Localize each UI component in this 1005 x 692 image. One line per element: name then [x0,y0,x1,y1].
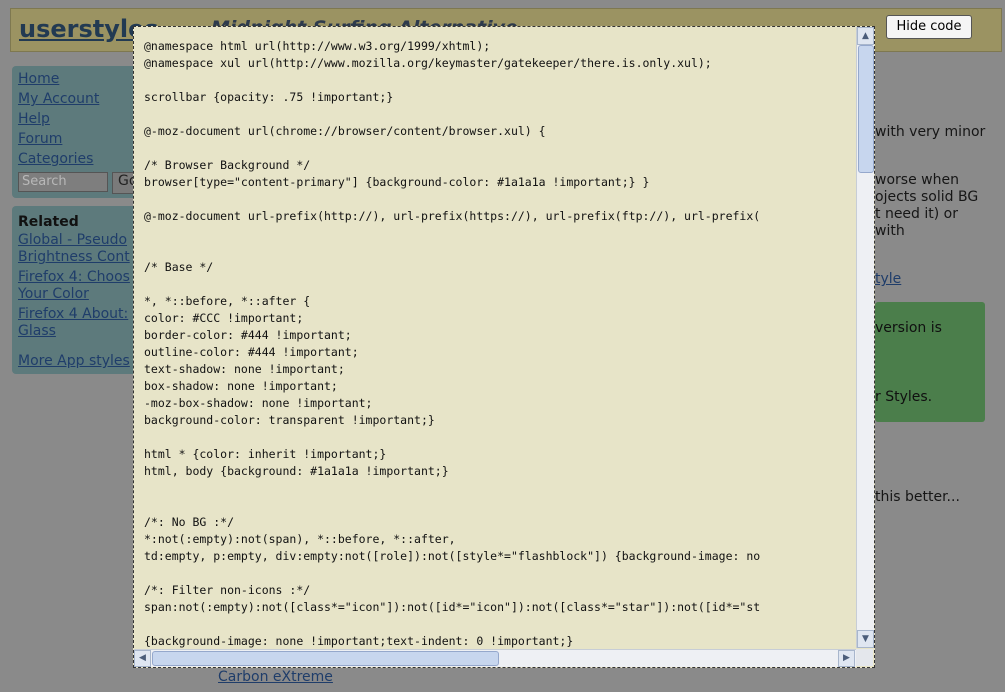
code-popup: @namespace html url(http://www.w3.org/19… [133,26,875,668]
vertical-scroll-thumb[interactable] [858,45,874,173]
code-line: html, body {background: #1a1a1a !importa… [144,464,449,478]
code-line: outline-color: #444 !important; [144,345,359,359]
code-line: @namespace xul url(http://www.mozilla.or… [144,56,712,70]
footer-text: this better... [875,489,960,505]
code-line: scrollbar {opacity: .75 !important;} [144,90,394,104]
description-text: ojects solid BG [875,189,979,205]
arrow-up-icon[interactable]: ▲ [857,27,874,45]
nav-link-my-account[interactable]: My Account [18,91,99,107]
hide-code-button[interactable]: Hide code [886,15,972,39]
code-line: /*: Filter non-icons :*/ [144,583,311,597]
nav-link-help[interactable]: Help [18,111,50,127]
code-line: color: #CCC !important; [144,311,304,325]
code-line: /* Browser Background */ [144,158,311,172]
scrollbar-corner [856,649,873,666]
nav-link-categories[interactable]: Categories [18,151,93,167]
arrow-down-icon[interactable]: ▼ [857,630,874,648]
code-area[interactable]: @namespace html url(http://www.w3.org/19… [134,27,855,648]
code-text: @namespace html url(http://www.w3.org/19… [144,38,760,648]
code-line: /*: No BG :*/ [144,515,235,529]
code-line: @-moz-document url(chrome://browser/cont… [144,124,546,138]
more-app-styles-link[interactable]: More App styles [18,353,130,369]
style-link[interactable]: tyle [875,271,901,287]
description-text: with very minor [875,124,986,140]
code-line: border-color: #444 !important; [144,328,352,342]
carbon-extreme-link[interactable]: Carbon eXtreme [218,669,333,685]
nav-link-home[interactable]: Home [18,71,59,87]
code-line: *:not(:empty):not(span), *::before, *::a… [144,532,456,546]
vertical-scrollbar[interactable]: ▲ ▼ [856,27,874,648]
related-link[interactable]: Firefox 4: Choos [18,269,130,285]
description-text: t need it) or [875,206,958,222]
search-input[interactable]: Search [18,172,108,192]
code-line: -moz-box-shadow: none !important; [144,396,373,410]
related-link[interactable]: Brightness Cont [18,249,130,265]
notice-text: version is [875,320,942,336]
code-line: browser[type="content-primary"] {backgro… [144,175,650,189]
related-link[interactable]: Glass [18,323,56,339]
nav-link-forum[interactable]: Forum [18,131,62,147]
code-line: td:empty, p:empty, div:empty:not([role])… [144,549,761,563]
code-line: @-moz-document url-prefix(http://), url-… [144,209,761,223]
description-text: worse when [875,172,959,188]
code-line: {background-image: none !important;text-… [144,634,574,648]
code-line: text-shadow: none !important; [144,362,345,376]
code-line: *, *::before, *::after { [144,294,311,308]
code-line: html * {color: inherit !important;} [144,447,387,461]
horizontal-scrollbar[interactable]: ◀ ▶ [134,649,856,667]
arrow-left-icon[interactable]: ◀ [134,650,151,667]
nav-box: Home My Account Help Forum Categories Se… [12,66,149,198]
notice-text: r Styles. [875,389,933,405]
related-heading: Related [18,214,79,230]
description-text: with [875,223,905,239]
code-line: background-color: transparent !important… [144,413,435,427]
arrow-right-icon[interactable]: ▶ [838,650,855,667]
code-line: box-shadow: none !important; [144,379,338,393]
related-link[interactable]: Your Color [18,286,89,302]
horizontal-scroll-thumb[interactable] [152,651,499,666]
related-box: Related Global - Pseudo Brightness Cont … [12,206,137,374]
code-line: /* Base */ [144,260,214,274]
related-link[interactable]: Global - Pseudo [18,232,127,248]
code-line: span:not(:empty):not([class*="icon"]):no… [144,600,761,614]
related-link[interactable]: Firefox 4 About: [18,306,128,322]
code-line: @namespace html url(http://www.w3.org/19… [144,39,491,53]
